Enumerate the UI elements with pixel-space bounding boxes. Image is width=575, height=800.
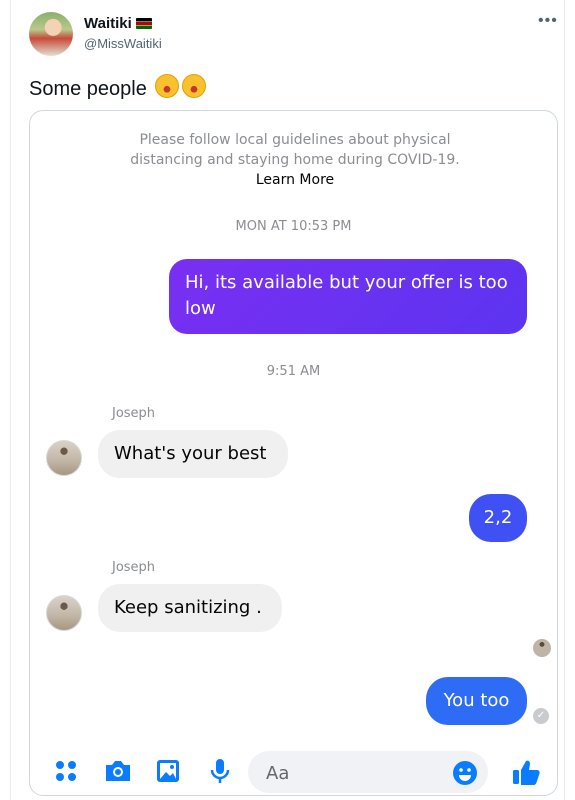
tweet-text: Some people: [29, 74, 207, 101]
camera-icon[interactable]: [101, 747, 133, 795]
messenger-screenshot: Please follow local guidelines about phy…: [30, 111, 557, 795]
message-text: Hi, its available but your offer is too …: [185, 272, 508, 319]
message-text: You too: [443, 690, 510, 711]
outgoing-message: You too: [426, 677, 527, 725]
contact-avatar[interactable]: [46, 595, 82, 631]
laughing-emoji-icon: [155, 74, 180, 98]
incoming-message: Keep sanitizing .: [98, 584, 282, 632]
tweet-media-image[interactable]: Please follow local guidelines about phy…: [29, 110, 558, 796]
message-text: Keep sanitizing .: [114, 597, 262, 618]
laughing-emoji-icon: [182, 74, 207, 98]
thumbs-up-icon[interactable]: [509, 747, 541, 795]
user-handle[interactable]: @MissWaitiki: [84, 36, 162, 51]
timestamp: MON AT 10:53 PM: [235, 219, 352, 234]
more-actions-icon[interactable]: [50, 747, 82, 795]
seen-avatar-icon: [533, 639, 551, 657]
more-options-icon[interactable]: •••: [538, 12, 558, 30]
microphone-icon[interactable]: [204, 747, 236, 795]
emoji-icon[interactable]: [452, 760, 478, 786]
user-name-text: Waitiki: [84, 15, 132, 32]
kenya-flag-icon: [135, 18, 152, 29]
sender-name: Joseph: [112, 560, 156, 575]
timestamp: 9:51 AM: [266, 364, 321, 379]
message-text: 2,2: [483, 507, 513, 528]
user-avatar[interactable]: [29, 12, 73, 56]
composer-toolbar: [30, 747, 557, 795]
incoming-message: What's your best: [98, 430, 288, 478]
gallery-icon[interactable]: [152, 747, 184, 795]
message-text: What's your best: [114, 443, 267, 464]
outgoing-message: Hi, its available but your offer is too …: [169, 259, 527, 334]
outgoing-message: 2,2: [469, 494, 527, 542]
message-input[interactable]: [264, 751, 438, 795]
delivered-check-icon: ✓: [533, 708, 549, 724]
covid-notice-text: Please follow local guidelines about phy…: [130, 132, 460, 168]
tweet-text-content: Some people: [29, 78, 147, 100]
message-composer[interactable]: [248, 751, 488, 795]
covid-notice: Please follow local guidelines about phy…: [110, 130, 480, 190]
user-name[interactable]: Waitiki: [84, 15, 152, 32]
sender-name: Joseph: [112, 406, 156, 421]
contact-avatar[interactable]: [46, 440, 82, 476]
learn-more-link[interactable]: Learn More: [256, 172, 334, 188]
